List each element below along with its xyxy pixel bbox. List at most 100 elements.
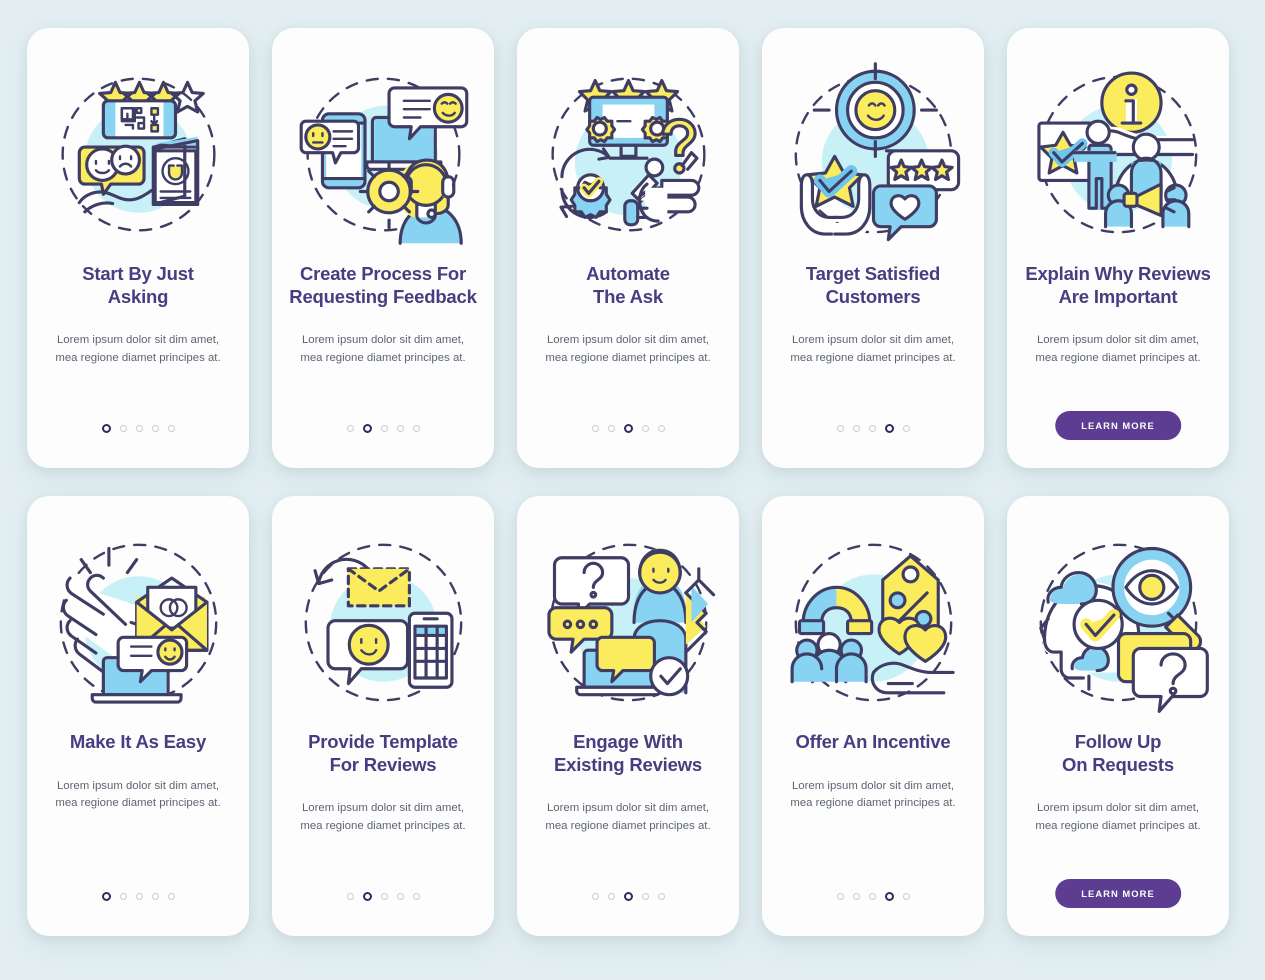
card-body-text: Lorem ipsum dolor sit dim amet, mea regi… [55, 334, 221, 364]
card-title-line: On Requests [1062, 753, 1174, 775]
onboarding-card-target-satisfied-customers: Target Satisfied Customers Lorem ipsum dol… [762, 28, 984, 468]
pagination-dot[interactable] [591, 893, 599, 900]
card-body-text: Lorem ipsum dolor sit dim amet, mea regi… [1035, 802, 1201, 832]
pagination-dot[interactable] [346, 425, 354, 432]
pagination-dot[interactable] [380, 425, 388, 432]
pagination-dot[interactable] [119, 893, 127, 900]
pagination-dot[interactable] [852, 425, 860, 432]
card-title-line: Existing Reviews [554, 753, 702, 775]
pagination-dots [762, 892, 984, 901]
pagination-dot[interactable] [167, 893, 175, 900]
pagination-dot[interactable] [641, 893, 649, 900]
card-body-text: Lorem ipsum dolor sit dim amet, mea regi… [545, 334, 711, 364]
card-title-line: Create Process For [299, 263, 467, 284]
card-title-line: Provide Template [308, 731, 458, 752]
card-title: Follow Up On Requests [1052, 731, 1184, 776]
onboarding-card-start-by-just-asking: Start By Just Asking Lorem ipsum dolor sit… [27, 28, 249, 468]
pagination-dot-active[interactable] [362, 892, 372, 901]
pagination-dots [27, 892, 249, 901]
pagination-dots [272, 892, 494, 901]
onboarding-card-explain-why-reviews-are-important: Explain Why Reviews Are Important Lorem ip… [1007, 28, 1229, 468]
pagination-dot[interactable] [868, 893, 876, 900]
card-title-line: Requesting Feedback [289, 285, 477, 307]
card-body-text: Lorem ipsum dolor sit dim amet, mea regi… [55, 779, 221, 810]
card-title: Target Satisfied Customers [796, 263, 950, 308]
card-title: Engage With Existing Reviews [544, 731, 712, 776]
envelope-chat-smiley-phone-icon [291, 530, 476, 715]
pagination-dot-active[interactable] [884, 892, 894, 901]
pagination-dot[interactable] [902, 893, 910, 900]
pagination-dot[interactable] [151, 425, 159, 432]
card-title-line: Are Important [1058, 285, 1178, 307]
pagination-dot[interactable] [119, 425, 127, 432]
card-title: Automate The Ask [576, 263, 680, 308]
card-title-line: Offer An Incentive [795, 731, 951, 752]
pagination-dot[interactable] [135, 893, 143, 900]
pagination-dot-active[interactable] [101, 424, 111, 433]
card-title-line: Make It As Easy [69, 731, 207, 752]
onboarding-card-make-it-as-easy: Make It As Easy Lorem ipsum dolor sit dim… [27, 496, 249, 936]
card-title: Offer An Incentive [785, 731, 960, 754]
pagination-dot[interactable] [412, 425, 420, 432]
pagination-dot[interactable] [412, 893, 420, 900]
qr-code-review-card-icon [46, 62, 231, 247]
pagination-dot[interactable] [836, 425, 844, 432]
pagination-dot[interactable] [346, 893, 354, 900]
pagination-dot[interactable] [657, 425, 665, 432]
card-title: Make It As Easy [60, 731, 216, 754]
robot-arm-monitor-gear-icon [536, 62, 721, 247]
card-title-line: Explain Why Reviews [1025, 263, 1211, 284]
pagination-dot[interactable] [167, 425, 175, 432]
pagination-dot-active[interactable] [623, 424, 633, 433]
onboarding-card-follow-up-on-requests: Follow Up On Requests Lorem ipsum dolor si… [1007, 496, 1229, 936]
card-title: Create Process For Requesting Feedback [279, 263, 486, 308]
pagination-dots [762, 424, 984, 433]
head-magnifier-eye-question-icon [1026, 530, 1211, 715]
card-title-line: Target Satisfied [805, 263, 941, 284]
learn-more-button[interactable]: LEARN MORE [1055, 879, 1181, 908]
card-title-line: Follow Up [1074, 731, 1162, 752]
pagination-dot[interactable] [591, 425, 599, 432]
pagination-dot-active[interactable] [101, 892, 111, 901]
pagination-dot-active[interactable] [623, 892, 633, 901]
card-body-text: Lorem ipsum dolor sit dim amet, mea regi… [545, 802, 711, 832]
magnet-discount-tag-hearts-icon [781, 530, 966, 715]
onboarding-card-grid: Start By Just Asking Lorem ipsum dolor sit… [0, 0, 1265, 964]
pagination-dots [517, 892, 739, 901]
card-body-text: Lorem ipsum dolor sit dim amet, mea regi… [300, 802, 466, 832]
card-title-line: For Reviews [329, 753, 437, 775]
pagination-dots [517, 424, 739, 433]
pagination-dot[interactable] [135, 425, 143, 432]
pagination-dot[interactable] [852, 893, 860, 900]
pagination-dot[interactable] [641, 425, 649, 432]
pagination-dot[interactable] [657, 893, 665, 900]
card-title: Explain Why Reviews Are Important [1015, 263, 1220, 308]
pagination-dot[interactable] [607, 893, 615, 900]
card-title-line: The Ask [593, 285, 663, 307]
info-hand-presenter-megaphone-icon [1026, 62, 1211, 247]
pagination-dot[interactable] [902, 425, 910, 432]
pagination-dot[interactable] [607, 425, 615, 432]
pagination-dot[interactable] [868, 425, 876, 432]
learn-more-button[interactable]: LEARN MORE [1055, 411, 1181, 440]
click-hand-envelope-laptop-icon [46, 530, 231, 715]
onboarding-card-engage-with-existing-reviews: Engage With Existing Reviews Lorem ipsum d… [517, 496, 739, 936]
pagination-dot[interactable] [396, 893, 404, 900]
pagination-dots [27, 424, 249, 433]
pagination-dot[interactable] [836, 893, 844, 900]
onboarding-card-provide-template-for-reviews: Provide Template For Reviews Lorem ipsum d… [272, 496, 494, 936]
support-agent-devices-icon [291, 62, 476, 247]
pagination-dots [272, 424, 494, 433]
card-title-line: Start By Just [82, 263, 194, 284]
card-title-line: Asking [107, 285, 169, 307]
card-title: Start By Just Asking [72, 263, 204, 308]
card-title-line: Engage With [573, 731, 683, 752]
pagination-dot[interactable] [396, 425, 404, 432]
target-smiley-hands-star-icon [781, 62, 966, 247]
card-title-line: Customers [825, 285, 921, 307]
pagination-dot-active[interactable] [362, 424, 372, 433]
card-title-line: Automate [586, 263, 670, 284]
pagination-dot[interactable] [151, 893, 159, 900]
pagination-dot[interactable] [380, 893, 388, 900]
pagination-dot-active[interactable] [884, 424, 894, 433]
